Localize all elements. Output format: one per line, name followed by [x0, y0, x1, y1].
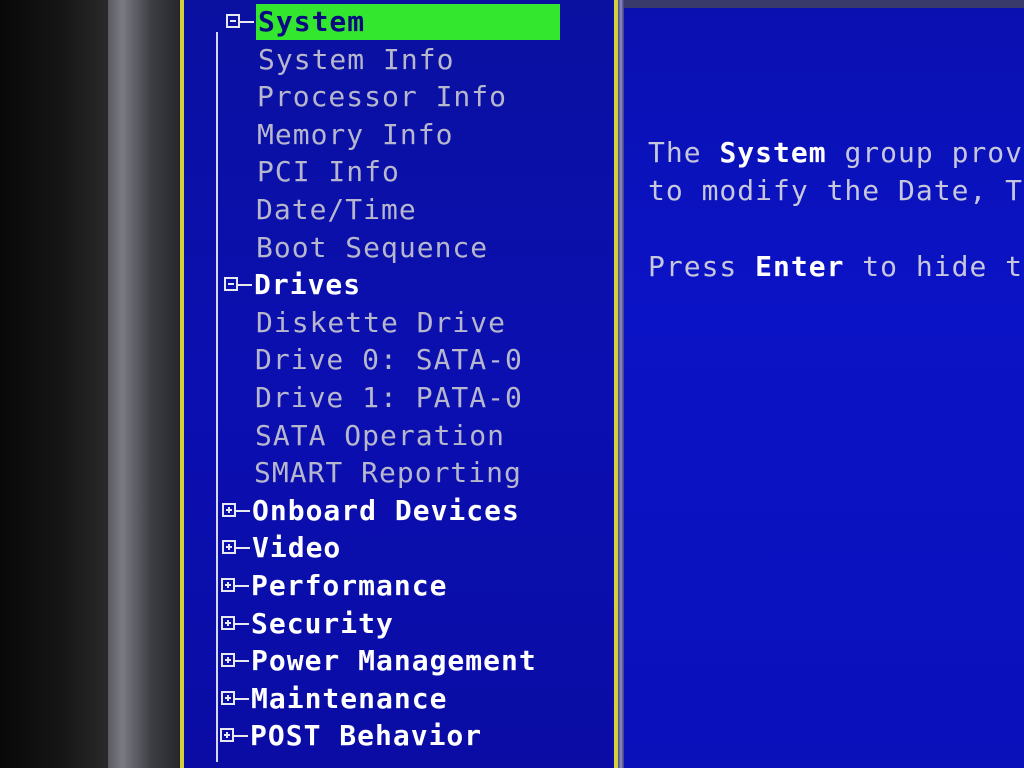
- tree-item-label: Video: [252, 531, 342, 565]
- tree-item-label: Security: [251, 606, 394, 640]
- help-text-bold: System: [719, 136, 827, 169]
- tree-branch-line: [235, 585, 249, 587]
- expand-icon[interactable]: [222, 502, 236, 517]
- tree-item-label: Drive 0: SATA-0: [255, 343, 523, 377]
- help-text-bold: Enter: [755, 250, 845, 283]
- tree-branch-line: [235, 622, 249, 625]
- tree-branch-line: [234, 735, 248, 738]
- tree-item-label: PCI Info: [257, 155, 400, 189]
- tree-item-label: SATA Operation: [255, 418, 506, 452]
- help-text: to modify the Date, Ti: [648, 174, 1024, 207]
- tree-item-post-behavior[interactable]: POST Behavior: [220, 718, 483, 754]
- tree-item-label: Power Management: [251, 644, 537, 678]
- expand-icon[interactable]: [221, 615, 235, 630]
- tree-branch-line: [236, 547, 250, 550]
- tree-item-processor-info[interactable]: Processor Info: [257, 79, 507, 115]
- tree-item-memory-info[interactable]: Memory Info: [257, 117, 453, 153]
- monitor-bezel-edge: [108, 0, 180, 768]
- tree-item-label: Boot Sequence: [256, 230, 489, 264]
- tree-item-drive-0-sata-0[interactable]: Drive 0: SATA-0: [255, 342, 523, 378]
- help-text-line-3: Press Enter to hide th: [648, 250, 1024, 283]
- tree-branch-line: [235, 660, 249, 663]
- expand-icon[interactable]: [221, 690, 235, 705]
- tree-item-label: Diskette Drive: [256, 305, 507, 339]
- tree-item-pci-info[interactable]: PCI Info: [257, 154, 400, 190]
- tree-item-security[interactable]: Security: [221, 606, 394, 642]
- tree-item-system-info[interactable]: System Info: [258, 42, 454, 78]
- tree-branch-line: [240, 21, 254, 23]
- tree-item-label: Maintenance: [251, 681, 448, 715]
- expand-icon[interactable]: [220, 728, 234, 743]
- tree-item-video[interactable]: Video: [222, 530, 342, 566]
- tree-item-maintenance[interactable]: Maintenance: [221, 681, 448, 717]
- help-pane: The System group provi to modify the Dat…: [624, 0, 1024, 768]
- tree-item-onboard-devices[interactable]: Onboard Devices: [222, 493, 520, 529]
- collapse-icon[interactable]: [226, 14, 240, 28]
- tree-item-label: System: [256, 4, 560, 40]
- expand-icon[interactable]: [221, 578, 235, 592]
- tree-item-label: System Info: [258, 42, 455, 76]
- tree-item-sata-operation[interactable]: SATA Operation: [255, 418, 505, 454]
- tree-branch-line: [238, 284, 252, 287]
- tree-item-system[interactable]: System: [226, 4, 560, 40]
- tree-connector-line: [216, 32, 218, 762]
- tree-item-label: Date/Time: [256, 193, 417, 226]
- tree-branch-line: [235, 697, 249, 700]
- tree-item-label: Drives: [254, 268, 362, 302]
- tree-item-label: POST Behavior: [250, 719, 483, 753]
- tree-item-performance[interactable]: Performance: [221, 568, 448, 604]
- tree-item-drives[interactable]: Drives: [224, 267, 362, 303]
- help-text: Press: [648, 250, 756, 283]
- tree-item-boot-sequence[interactable]: Boot Sequence: [256, 230, 488, 266]
- tree-item-drive-1-pata-0[interactable]: Drive 1: PATA-0: [255, 380, 523, 416]
- settings-tree-pane: System System Info Processor Info Memory In…: [180, 0, 789, 768]
- tree-item-label: Memory Info: [257, 117, 454, 151]
- expand-icon[interactable]: [222, 540, 236, 555]
- tree-item-date-time[interactable]: Date/Time: [256, 192, 417, 228]
- tree-item-label: Performance: [251, 569, 448, 602]
- expand-icon[interactable]: [221, 653, 235, 668]
- tree-item-label: Drive 1: PATA-0: [255, 381, 523, 414]
- help-text-line-2: to modify the Date, Ti: [648, 174, 1024, 207]
- help-text: The: [648, 136, 720, 169]
- help-text-line-1: The System group provi: [648, 136, 1024, 169]
- tree-item-label: Processor Info: [257, 80, 508, 114]
- bios-setup-screen: System System Info Processor Info Memory In…: [0, 0, 1024, 768]
- monitor-bezel: [0, 0, 110, 768]
- tree-item-diskette-drive[interactable]: Diskette Drive: [256, 305, 506, 341]
- tree-branch-line: [236, 509, 250, 512]
- collapse-icon[interactable]: [224, 277, 238, 292]
- tree-item-label: Onboard Devices: [252, 493, 520, 527]
- help-text: to hide th: [844, 250, 1024, 283]
- tree-item-power-management[interactable]: Power Management: [221, 643, 537, 679]
- tree-item-label: SMART Reporting: [254, 456, 522, 490]
- tree-item-smart-reporting[interactable]: SMART Reporting: [254, 455, 522, 491]
- help-text: group provi: [826, 136, 1024, 169]
